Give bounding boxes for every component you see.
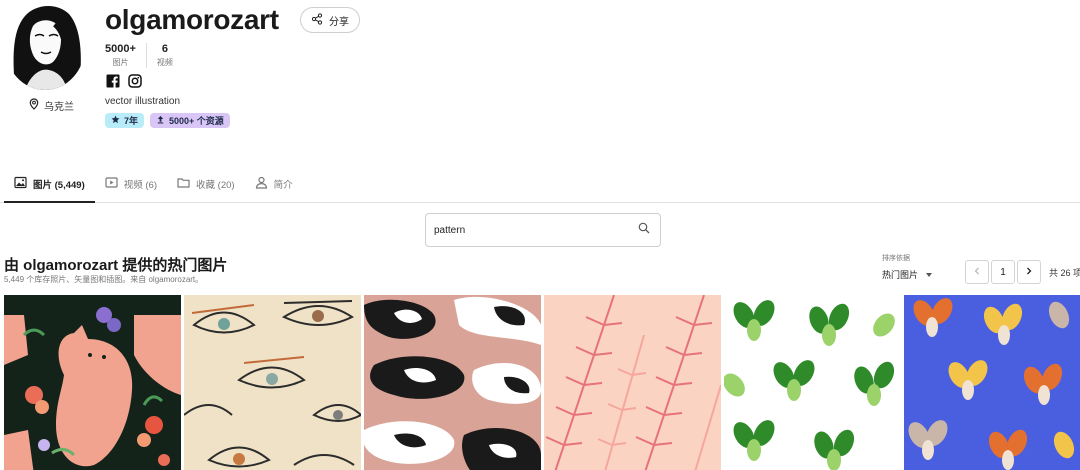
stat-images[interactable]: 5000+ 图片 [105, 43, 146, 68]
star-icon [111, 115, 120, 126]
instagram-icon[interactable] [128, 74, 142, 93]
image-grid [4, 295, 1080, 470]
chevron-down-icon [926, 272, 933, 277]
stat-value: 6 [161, 43, 168, 55]
tab-images[interactable]: 图片 (5,449) [4, 166, 95, 203]
image-tile-green-leaves[interactable] [724, 295, 901, 470]
pagination: 1 共 26 项 [965, 260, 1080, 284]
stat-label: 图片 [112, 58, 129, 67]
search-input[interactable] [434, 224, 638, 236]
share-icon [311, 12, 323, 28]
section-title: 由 olgamorozart 提供的热门图片 [4, 257, 228, 274]
section-subtitle: 5,449 个库存照片、矢量图和插图。来自 olgamorozart。 [4, 275, 204, 284]
tab-label: 图片 (5,449) [33, 179, 85, 191]
thumbnail-image [724, 295, 901, 470]
folder-icon [177, 176, 190, 192]
chevron-left-icon [973, 267, 981, 278]
share-button[interactable]: 分享 [300, 7, 360, 33]
social-links [106, 74, 142, 93]
image-icon [14, 176, 27, 192]
profile-username: olgamorozart [105, 4, 279, 35]
location: 乌克兰 [28, 98, 74, 113]
tab-label: 收藏 (20) [196, 180, 235, 191]
badge-assets: 5000+ 个资源 [150, 113, 230, 128]
sort-label: 排序依据 [882, 255, 910, 262]
profile-badges: 7年 5000+ 个资源 [105, 113, 230, 128]
prev-page-button[interactable] [965, 260, 989, 284]
facebook-icon[interactable] [106, 74, 120, 93]
upload-icon [156, 115, 165, 126]
tab-about[interactable]: 简介 [245, 166, 303, 202]
location-text: 乌克兰 [44, 102, 74, 113]
badge-label: 5000+ 个资源 [169, 116, 224, 126]
avatar [5, 2, 85, 90]
video-icon [105, 176, 118, 192]
image-tile-cat-flowers[interactable] [4, 295, 181, 470]
badge-label: 7年 [124, 116, 139, 126]
thumbnail-image [544, 295, 721, 470]
thumbnail-image [184, 295, 361, 470]
next-page-button[interactable] [1017, 260, 1041, 284]
image-tile-eyes[interactable] [184, 295, 361, 470]
stat-label: 视频 [156, 58, 173, 67]
sort-value: 热门图片 [882, 270, 919, 280]
thumbnail-image [4, 295, 181, 470]
image-tile-cats[interactable] [364, 295, 541, 470]
badge-years: 7年 [105, 113, 145, 128]
page-number-input[interactable]: 1 [991, 260, 1015, 284]
stat-videos[interactable]: 6 视频 [145, 43, 183, 68]
profile-search [425, 213, 661, 247]
location-pin-icon [28, 98, 40, 113]
chevron-right-icon [1025, 267, 1033, 278]
tab-label: 简介 [273, 180, 293, 191]
search-icon[interactable] [638, 221, 650, 239]
content-tabs: 图片 (5,449) 视频 (6) 收藏 (20) 简介 [0, 166, 1080, 203]
person-icon [255, 176, 268, 192]
image-tile-autumn-leaves[interactable] [904, 295, 1080, 470]
sort-dropdown[interactable]: 热门图片 [882, 268, 933, 281]
tab-label: 视频 (6) [123, 180, 158, 191]
thumbnail-image [364, 295, 541, 470]
profile-stats: 5000+ 图片 6 视频 [105, 43, 183, 68]
tab-videos[interactable]: 视频 (6) [95, 166, 167, 202]
stat-value: 5000+ [105, 43, 136, 55]
profile-bio: vector illustration [105, 96, 181, 107]
avatar-illustration [5, 2, 85, 90]
share-label: 分享 [329, 16, 349, 28]
image-tile-palm-leaves[interactable] [544, 295, 721, 470]
thumbnail-image [904, 295, 1080, 470]
tab-collections[interactable]: 收藏 (20) [167, 166, 245, 202]
page-total: 共 26 项 [1049, 267, 1080, 278]
